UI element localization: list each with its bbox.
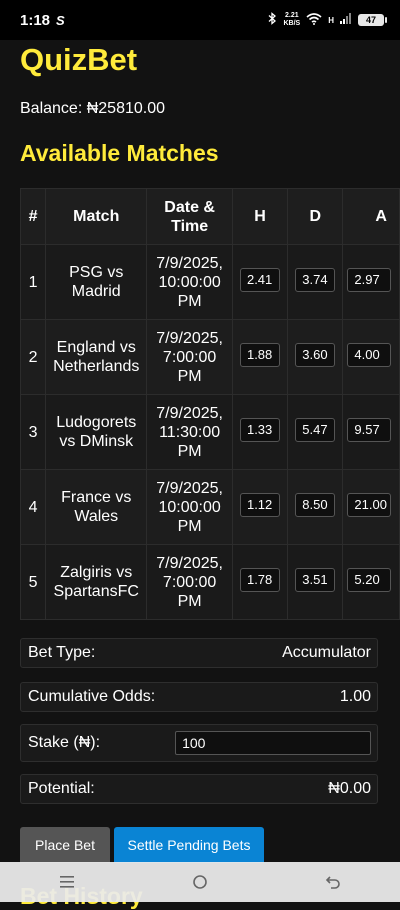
stake-row: Stake (₦):: [20, 724, 378, 762]
app-notification-icon: S: [56, 12, 65, 28]
home-odds-button[interactable]: 1.78: [239, 567, 280, 592]
draw-odds-button[interactable]: 3.60: [295, 342, 336, 367]
match-name: Zalgiris vs SpartansFC: [45, 544, 148, 620]
draw-odds-button[interactable]: 3.51: [295, 567, 336, 592]
away-odds-button[interactable]: 9.57: [347, 417, 392, 442]
away-odds-button[interactable]: 5.20: [347, 567, 392, 592]
status-time: 1:18: [20, 11, 51, 29]
match-date: 7/9/2025, 7:00:00 PM: [146, 319, 233, 395]
table-header-row: # Match Date & Time H D A: [19, 188, 400, 245]
potential-value: ₦0.00: [328, 780, 371, 797]
match-date: 7/9/2025, 11:30:00 PM: [146, 394, 233, 470]
match-number: 3: [19, 394, 47, 470]
cumulative-odds-row: Cumulative Odds: 1.00: [20, 682, 378, 712]
table-row: 4 France vs Wales 7/9/2025, 10:00:00 PM …: [19, 469, 400, 545]
match-date: 7/9/2025, 10:00:00 PM: [146, 469, 233, 545]
home-odds-button[interactable]: 1.12: [239, 492, 280, 517]
stake-input[interactable]: [175, 731, 371, 755]
table-row: 2 England vs Netherlands 7/9/2025, 7:00:…: [19, 319, 400, 395]
home-odds-button[interactable]: 1.33: [239, 417, 280, 442]
table-row: 3 Ludogorets vs DMinsk 7/9/2025, 11:30:0…: [19, 394, 400, 470]
system-nav-bar: [0, 862, 400, 902]
home-circle-icon[interactable]: [185, 867, 215, 897]
cumulative-odds-value: 1.00: [339, 688, 371, 705]
bluetooth-icon: [268, 12, 277, 28]
bet-type-value: Accumulator: [282, 644, 371, 661]
available-matches-title: Available Matches: [20, 140, 219, 166]
cumulative-odds-label: Cumulative Odds:: [28, 688, 156, 705]
status-bar: 1:18 S 2.21 KB/S H 47: [0, 0, 400, 40]
away-odds-button[interactable]: 21.00: [347, 492, 392, 517]
battery-icon: 47: [358, 14, 387, 26]
draw-odds-button[interactable]: 5.47: [295, 417, 336, 442]
draw-odds-button[interactable]: 8.50: [295, 492, 336, 517]
column-header-draw: D: [287, 188, 344, 245]
potential-row: Potential: ₦0.00: [20, 774, 378, 804]
column-header-away: A: [342, 188, 400, 245]
match-name: Ludogorets vs DMinsk: [45, 394, 148, 470]
signal-icon: [340, 13, 352, 27]
match-name: France vs Wales: [45, 469, 148, 545]
signal-type: H: [328, 15, 334, 25]
column-header-home: H: [231, 188, 289, 245]
match-name: PSG vs Madrid: [45, 244, 148, 320]
away-odds-button[interactable]: 2.97: [347, 267, 392, 292]
table-row: 1 PSG vs Madrid 7/9/2025, 10:00:00 PM 2.…: [19, 244, 400, 320]
table-row: 5 Zalgiris vs SpartansFC 7/9/2025, 7:00:…: [19, 544, 400, 620]
away-odds-button[interactable]: 4.00: [347, 342, 392, 367]
match-date: 7/9/2025, 10:00:00 PM: [146, 244, 233, 320]
settle-pending-bets-button[interactable]: Settle Pending Bets: [114, 827, 264, 863]
column-header-match: Match: [45, 188, 148, 245]
network-speed: 2.21 KB/S: [283, 12, 301, 27]
match-name: England vs Netherlands: [45, 319, 148, 395]
draw-odds-button[interactable]: 3.74: [295, 267, 336, 292]
home-odds-button[interactable]: 2.41: [239, 267, 280, 292]
home-odds-button[interactable]: 1.88: [239, 342, 280, 367]
match-number: 4: [19, 469, 47, 545]
place-bet-button[interactable]: Place Bet: [20, 827, 110, 863]
column-header-date: Date & Time: [146, 188, 233, 245]
column-header-number: #: [19, 188, 47, 245]
match-date: 7/9/2025, 7:00:00 PM: [146, 544, 233, 620]
wifi-icon: [306, 12, 322, 28]
menu-icon[interactable]: [52, 867, 82, 897]
app-title: QuizBet: [20, 42, 138, 77]
bet-type-row: Bet Type: Accumulator: [20, 638, 378, 668]
match-number: 2: [19, 319, 47, 395]
back-icon[interactable]: [318, 867, 348, 897]
matches-table: # Match Date & Time H D A 1 PSG vs Madri…: [19, 188, 400, 620]
potential-label: Potential:: [28, 780, 95, 797]
match-number: 1: [19, 244, 47, 320]
match-number: 5: [19, 544, 47, 620]
bet-type-label: Bet Type:: [28, 644, 96, 661]
balance-display: Balance: ₦25810.00: [20, 100, 165, 117]
stake-label: Stake (₦):: [28, 734, 101, 751]
